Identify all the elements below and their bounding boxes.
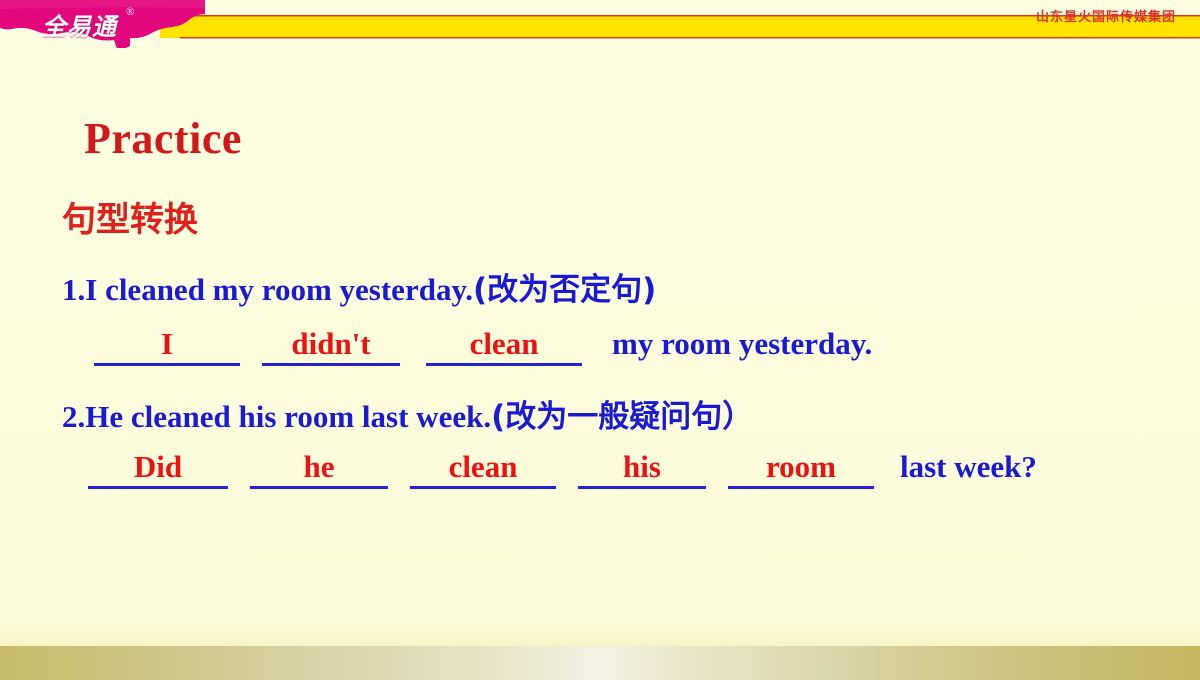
answer-blank[interactable]: clean <box>410 449 556 489</box>
question-2-answer-row: Did he clean his room last week? <box>88 449 1037 489</box>
question-1-english: I cleaned my room yesterday. <box>85 272 473 307</box>
slide-content: Practice 句型转换 1.I cleaned my room yester… <box>0 0 1200 680</box>
question-2-prompt: 2.He cleaned his room last week.(改为一般疑问句… <box>62 391 753 436</box>
question-1-trailing-text: my room yesterday. <box>612 326 873 361</box>
answer-blank[interactable]: he <box>250 449 388 489</box>
question-2-english: He cleaned his room last week. <box>85 399 492 434</box>
bottom-fade <box>0 624 1200 646</box>
answer-blank[interactable]: clean <box>426 326 582 366</box>
question-2-number: 2. <box>62 399 86 434</box>
question-2-trailing-text: last week? <box>900 449 1037 484</box>
answer-blank[interactable]: didn't <box>262 326 400 366</box>
section-subtitle: 句型转换 <box>62 200 198 240</box>
question-1-answer-row: I didn't clean my room yesterday. <box>94 326 873 366</box>
page-title: Practice <box>84 114 242 163</box>
question-1-number: 1. <box>62 272 86 307</box>
answer-blank[interactable]: I <box>94 326 240 366</box>
question-1-instruction: (改为否定句) <box>472 272 657 308</box>
question-1-prompt: 1.I cleaned my room yesterday.(改为否定句) <box>62 264 656 309</box>
answer-blank[interactable]: Did <box>88 449 228 489</box>
question-2-instruction: (改为一般疑问句） <box>491 399 754 435</box>
answer-blank[interactable]: his <box>578 449 706 489</box>
slide-canvas: 全易通 ® 山东星火国际传媒集团 Practice 句型转换 1.I clean… <box>0 0 1200 680</box>
bottom-decor-bar <box>0 646 1200 680</box>
answer-blank[interactable]: room <box>728 449 874 489</box>
